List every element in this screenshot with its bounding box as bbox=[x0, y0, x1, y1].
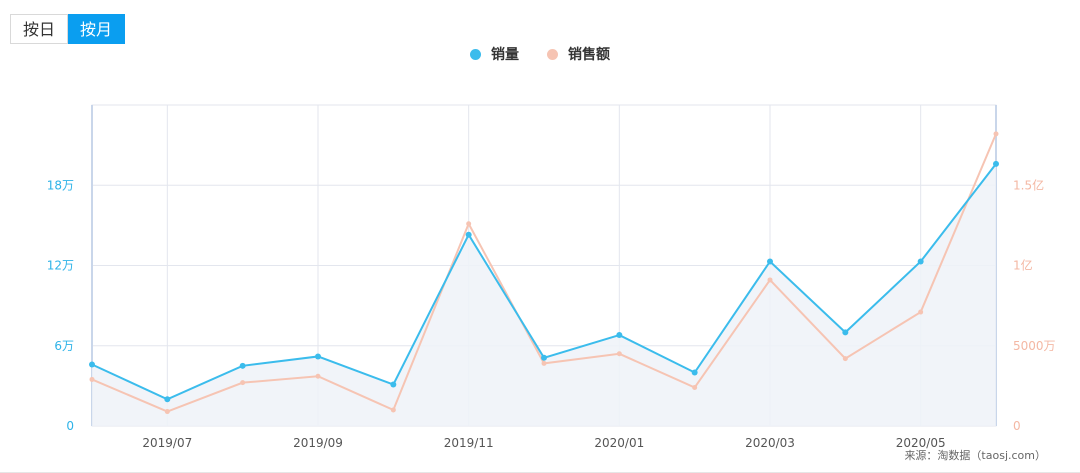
data-point-revenue bbox=[842, 356, 848, 362]
y-left-tick-label: 6万 bbox=[54, 339, 74, 353]
data-point-revenue bbox=[164, 409, 170, 415]
x-tick-label: 2019/11 bbox=[444, 436, 494, 450]
y-right-tick-label: 5000万 bbox=[1013, 339, 1056, 353]
y-right-tick-label: 1亿 bbox=[1013, 258, 1033, 273]
x-tick-label: 2020/01 bbox=[594, 436, 644, 450]
data-point-revenue bbox=[993, 131, 999, 137]
data-point-sales bbox=[842, 329, 849, 336]
data-point-sales bbox=[465, 231, 472, 238]
y-left-tick-label: 0 bbox=[66, 419, 74, 433]
x-tick-label: 2020/03 bbox=[745, 436, 795, 450]
data-point-revenue bbox=[541, 360, 547, 366]
data-point-revenue bbox=[240, 380, 246, 386]
dual-axis-line-chart: 0 6万 12万 18万 0 5000万 1亿 1.5亿 2019/07 2019/09 2019/… bbox=[47, 104, 1056, 450]
data-point-revenue bbox=[918, 309, 924, 315]
data-point-revenue bbox=[390, 407, 396, 413]
data-point-revenue bbox=[315, 373, 321, 379]
x-tick-label: 2019/09 bbox=[293, 436, 343, 450]
source-note: 来源：淘数据（taosj.com） bbox=[904, 449, 1046, 462]
data-point-revenue bbox=[767, 277, 773, 283]
data-point-sales bbox=[917, 258, 924, 265]
y-left-tick-label: 12万 bbox=[47, 259, 74, 273]
y-right-tick-label: 0 bbox=[1013, 419, 1021, 433]
data-point-sales bbox=[390, 381, 397, 388]
series-area-sales bbox=[92, 163, 996, 426]
data-point-sales bbox=[541, 354, 547, 361]
data-point-revenue bbox=[89, 376, 95, 382]
data-point-sales bbox=[691, 369, 698, 376]
y-right-tick-label: 1.5亿 bbox=[1013, 177, 1044, 192]
y-left-tick-label: 18万 bbox=[47, 178, 74, 192]
data-point-sales bbox=[89, 361, 95, 368]
data-point-sales bbox=[239, 362, 246, 369]
data-point-sales bbox=[993, 160, 999, 167]
data-point-revenue bbox=[692, 384, 698, 390]
data-point-sales bbox=[164, 396, 171, 403]
data-point-sales bbox=[767, 258, 773, 265]
data-point-sales bbox=[315, 353, 321, 360]
x-tick-label: 2019/07 bbox=[142, 436, 192, 450]
data-point-sales bbox=[616, 332, 623, 339]
data-point-revenue bbox=[616, 351, 622, 357]
data-point-revenue bbox=[466, 221, 472, 227]
